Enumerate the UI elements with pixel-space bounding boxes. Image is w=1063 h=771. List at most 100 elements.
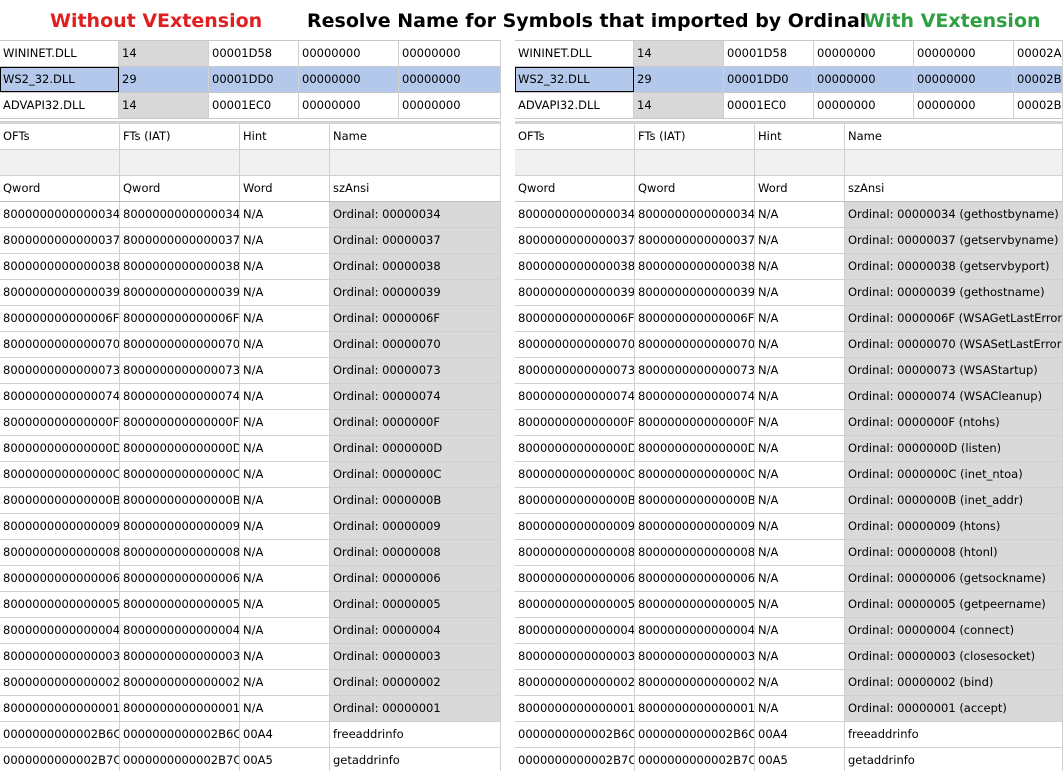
table-row[interactable]: 8000000000000008 8000000000000008 N/A Ordin… <box>0 540 501 566</box>
hint-cell: N/A <box>240 280 330 305</box>
table-row[interactable]: 8000000000000034 8000000000000034 N/A Ordin… <box>515 202 1063 228</box>
module-name: WININET.DLL <box>0 41 119 66</box>
module-row[interactable]: WININET.DLL 14 00001D58 00000000 00000000 <box>0 41 501 67</box>
oft-rva: 00001D58 <box>209 41 299 66</box>
table-row[interactable]: 8000000000000074 8000000000000074 N/A Ordin… <box>0 384 501 410</box>
table-row[interactable]: 8000000000000005 8000000000000005 N/A Ordin… <box>515 592 1063 618</box>
table-row[interactable]: 8000000000000006 8000000000000006 N/A Ordin… <box>0 566 501 592</box>
ft-cell: 8000000000000005 <box>120 592 240 617</box>
table-row[interactable]: 8000000000000009 8000000000000009 N/A Ordin… <box>515 514 1063 540</box>
table-row[interactable]: 8000000000000005 8000000000000005 N/A Ordin… <box>0 592 501 618</box>
hint-cell: N/A <box>240 358 330 383</box>
table-row[interactable]: 8000000000000074 8000000000000074 N/A Ordin… <box>515 384 1063 410</box>
table-row[interactable]: 0000000000002B7C 0000000000002B7C 00A5 geta… <box>515 748 1063 771</box>
timestamp: 00000000 <box>299 41 399 66</box>
column-header[interactable]: Name <box>330 124 501 149</box>
left-title: Without VExtension <box>50 10 263 32</box>
modules-table: WININET.DLL 14 00001D58 00000000 00000000 WS2… <box>0 40 501 119</box>
table-row[interactable]: 8000000000000001 8000000000000001 N/A Ordin… <box>0 696 501 722</box>
hint-cell: N/A <box>240 254 330 279</box>
ft-cell: 8000000000000070 <box>120 332 240 357</box>
table-row[interactable]: 800000000000000B 800000000000000B N/A Ordin… <box>515 488 1063 514</box>
ft-cell: 0000000000002B6C <box>635 722 755 747</box>
oft-rva: 00001DD0 <box>209 67 299 92</box>
table-row[interactable]: 800000000000000D 800000000000000D N/A Ordin… <box>0 436 501 462</box>
table-row[interactable]: 8000000000000070 8000000000000070 N/A Ordin… <box>515 332 1063 358</box>
module-row[interactable]: WS2_32.DLL 29 00001DD0 00000000 00000000 <box>0 67 501 93</box>
table-row[interactable]: 0000000000002B6C 0000000000002B6C 00A4 free… <box>515 722 1063 748</box>
ft-cell: 8000000000000073 <box>120 358 240 383</box>
column-header <box>120 150 240 175</box>
module-row[interactable]: WININET.DLL 14 00001D58 00000000 00000000 000… <box>515 41 1063 67</box>
table-row[interactable]: 8000000000000034 8000000000000034 N/A Ordin… <box>0 202 501 228</box>
table-row[interactable]: 800000000000000C 800000000000000C N/A Ordin… <box>0 462 501 488</box>
imports-table: OFTs FTs (IAT) Hint Name Qword Qword Word szAns… <box>0 121 501 771</box>
module-row[interactable]: ADVAPI32.DLL 14 00001EC0 00000000 00000000 00… <box>515 93 1063 119</box>
column-header[interactable]: Hint <box>240 124 330 149</box>
table-row[interactable]: 8000000000000002 8000000000000002 N/A Ordin… <box>0 670 501 696</box>
table-row[interactable]: 800000000000000D 800000000000000D N/A Ordin… <box>515 436 1063 462</box>
table-row[interactable]: 800000000000000F 800000000000000F N/A Ordin… <box>515 410 1063 436</box>
ft-cell: 800000000000000D <box>120 436 240 461</box>
name-rva: 00002A2 <box>1014 41 1063 66</box>
table-row[interactable]: 8000000000000009 8000000000000009 N/A Ordin… <box>0 514 501 540</box>
column-header[interactable]: OFTs <box>0 124 120 149</box>
table-row[interactable]: 8000000000000004 8000000000000004 N/A Ordin… <box>0 618 501 644</box>
table-row[interactable]: 8000000000000038 8000000000000038 N/A Ordin… <box>515 254 1063 280</box>
name-rva: 00002B6 <box>1014 67 1063 92</box>
table-row[interactable]: 8000000000000004 8000000000000004 N/A Ordin… <box>515 618 1063 644</box>
panel-with-vextension: WININET.DLL 14 00001D58 00000000 00000000 000… <box>515 40 1063 771</box>
table-row[interactable]: 0000000000002B6C 0000000000002B6C 00A4 free… <box>0 722 501 748</box>
name-cell: Ordinal: 00000008 (htonl) <box>845 540 1063 565</box>
column-header: Qword <box>120 176 240 201</box>
table-row[interactable]: 8000000000000001 8000000000000001 N/A Ordin… <box>515 696 1063 722</box>
column-header[interactable]: OFTs <box>515 124 635 149</box>
table-row[interactable]: 800000000000000F 800000000000000F N/A Ordin… <box>0 410 501 436</box>
table-row[interactable]: 8000000000000037 8000000000000037 N/A Ordin… <box>0 228 501 254</box>
oft-cell: 800000000000000C <box>515 462 635 487</box>
table-row[interactable]: 800000000000000C 800000000000000C N/A Ordin… <box>515 462 1063 488</box>
table-row[interactable]: 8000000000000039 8000000000000039 N/A Ordin… <box>0 280 501 306</box>
table-row[interactable]: 800000000000000B 800000000000000B N/A Ordin… <box>0 488 501 514</box>
oft-cell: 8000000000000002 <box>515 670 635 695</box>
hint-cell: N/A <box>240 436 330 461</box>
forwarder-chain: 00000000 <box>399 93 501 118</box>
table-row[interactable]: 800000000000006F 800000000000006F N/A Ordin… <box>515 306 1063 332</box>
column-header[interactable]: FTs (IAT) <box>635 124 755 149</box>
name-cell: Ordinal: 00000001 (accept) <box>845 696 1063 721</box>
table-row[interactable]: 8000000000000003 8000000000000003 N/A Ordin… <box>0 644 501 670</box>
ft-cell: 0000000000002B7C <box>120 748 240 771</box>
name-cell: Ordinal: 00000001 <box>330 696 501 721</box>
module-row[interactable]: WS2_32.DLL 29 00001DD0 00000000 00000000 0000… <box>515 67 1063 93</box>
oft-cell: 8000000000000001 <box>0 696 120 721</box>
ft-cell: 8000000000000001 <box>120 696 240 721</box>
module-row[interactable]: ADVAPI32.DLL 14 00001EC0 00000000 00000000 <box>0 93 501 119</box>
oft-cell: 8000000000000008 <box>515 540 635 565</box>
table-row[interactable]: 800000000000006F 800000000000006F N/A Ordin… <box>0 306 501 332</box>
forwarder-chain: 00000000 <box>399 67 501 92</box>
table-row[interactable]: 8000000000000006 8000000000000006 N/A Ordin… <box>515 566 1063 592</box>
hint-cell: N/A <box>240 696 330 721</box>
table-row[interactable]: 8000000000000008 8000000000000008 N/A Ordin… <box>515 540 1063 566</box>
hint-cell: N/A <box>240 202 330 227</box>
ft-cell: 8000000000000039 <box>635 280 755 305</box>
ft-cell: 800000000000006F <box>120 306 240 331</box>
name-cell: getaddrinfo <box>845 748 1063 771</box>
table-row[interactable]: 8000000000000070 8000000000000070 N/A Ordin… <box>0 332 501 358</box>
module-name: ADVAPI32.DLL <box>0 93 119 118</box>
table-row[interactable]: 8000000000000037 8000000000000037 N/A Ordin… <box>515 228 1063 254</box>
column-header[interactable]: Hint <box>755 124 845 149</box>
table-row[interactable]: 8000000000000039 8000000000000039 N/A Ordin… <box>515 280 1063 306</box>
column-header[interactable]: Name <box>845 124 1063 149</box>
column-header[interactable]: FTs (IAT) <box>120 124 240 149</box>
table-row[interactable]: 8000000000000003 8000000000000003 N/A Ordin… <box>515 644 1063 670</box>
table-row[interactable]: 8000000000000038 8000000000000038 N/A Ordin… <box>0 254 501 280</box>
table-row[interactable]: 8000000000000073 8000000000000073 N/A Ordin… <box>0 358 501 384</box>
table-row[interactable]: 8000000000000002 8000000000000002 N/A Ordin… <box>515 670 1063 696</box>
oft-cell: 0000000000002B6C <box>0 722 120 747</box>
hint-cell: N/A <box>755 254 845 279</box>
panel-without-vextension: WININET.DLL 14 00001D58 00000000 00000000 WS2… <box>0 40 501 771</box>
table-row[interactable]: 8000000000000073 8000000000000073 N/A Ordin… <box>515 358 1063 384</box>
oft-rva: 00001EC0 <box>209 93 299 118</box>
table-row[interactable]: 0000000000002B7C 0000000000002B7C 00A5 geta… <box>0 748 501 771</box>
